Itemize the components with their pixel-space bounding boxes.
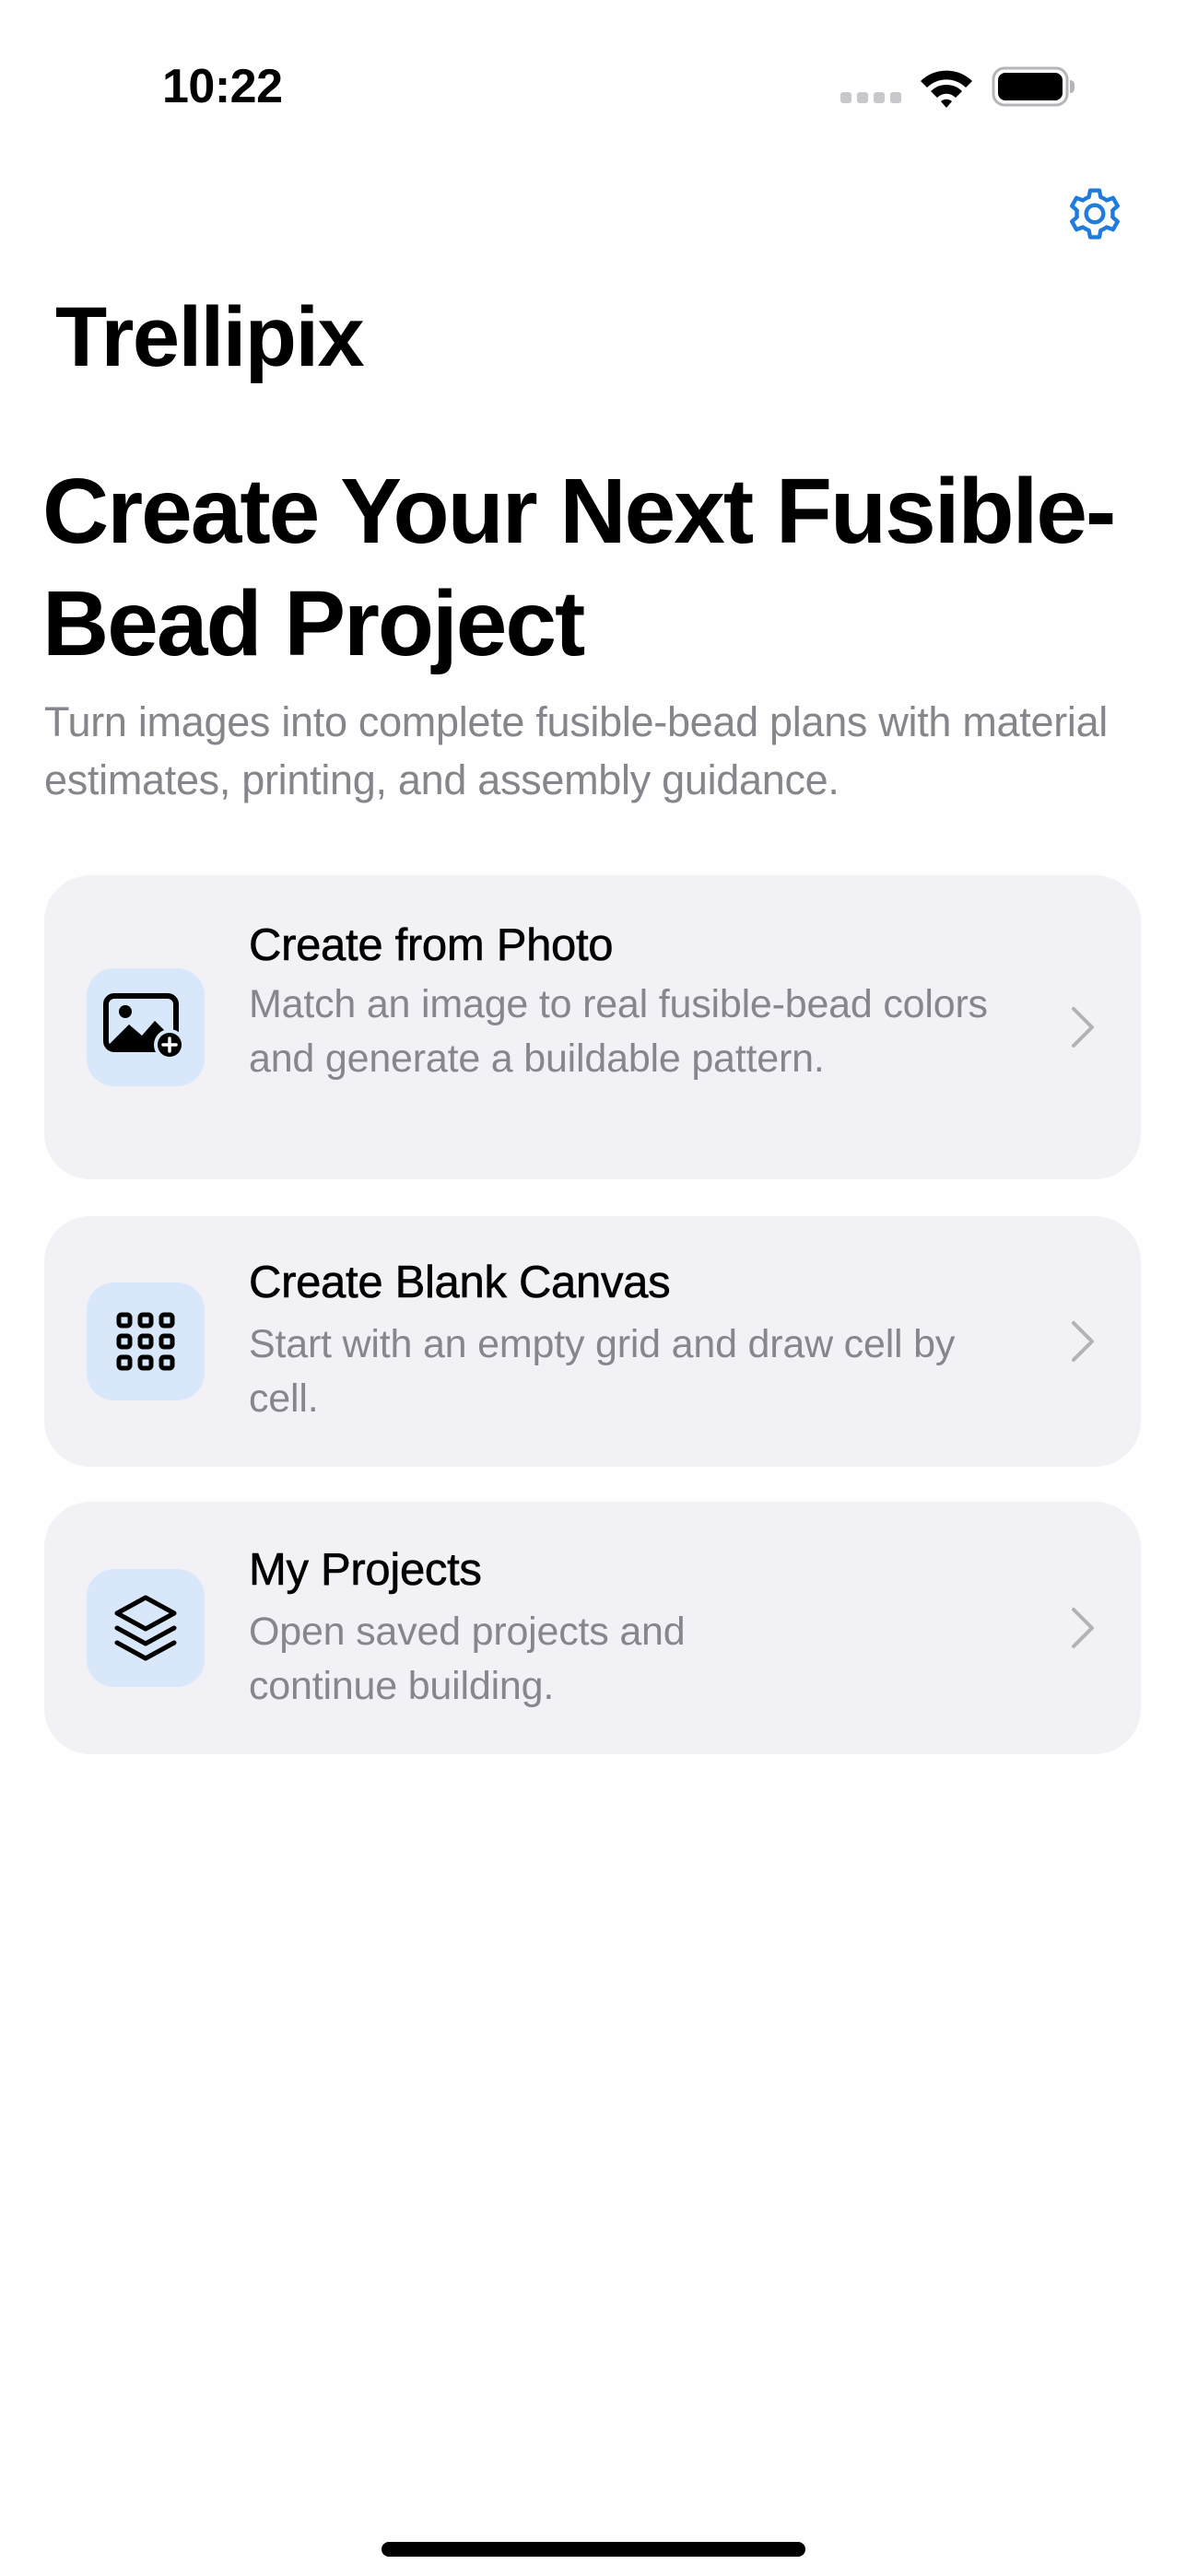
layers-icon — [114, 1595, 177, 1661]
card-description: Match an image to real fusible-bead colo… — [249, 982, 988, 1081]
card-description: Open saved projects and continue buildin… — [249, 1610, 686, 1708]
photo-add-icon — [103, 993, 185, 1060]
card-title: Create from Photo — [249, 920, 614, 971]
chevron-right-icon — [1072, 1608, 1094, 1648]
card-title: Create Blank Canvas — [249, 1258, 671, 1308]
card-icon-tile — [87, 1569, 205, 1687]
chevron-right-icon — [1072, 1007, 1094, 1048]
app-title: Trellipix — [55, 290, 365, 384]
card-icon-tile — [87, 968, 205, 1086]
status-bar: 10:22 — [0, 0, 1186, 166]
card-title: My Projects — [249, 1545, 483, 1596]
cellular-signal-icon — [840, 92, 901, 103]
card-description: Start with an empty grid and draw cell b… — [249, 1322, 956, 1421]
create-from-photo-card[interactable]: Create from Photo Match an image to real… — [44, 875, 1141, 1179]
card-icon-tile — [87, 1282, 205, 1400]
create-blank-canvas-card[interactable]: Create Blank Canvas Start with an empty … — [44, 1216, 1141, 1467]
battery-icon — [992, 66, 1074, 107]
grid-icon — [116, 1312, 175, 1371]
status-time: 10:22 — [162, 60, 283, 113]
settings-button[interactable] — [1058, 177, 1132, 251]
page-headline: Create Your Next Fusible-Bead Project — [42, 460, 1116, 675]
page-subtitle: Turn images into complete fusible-bead p… — [44, 698, 1109, 803]
wifi-icon — [921, 70, 972, 108]
gear-icon — [1070, 188, 1120, 240]
home-indicator[interactable] — [382, 2542, 805, 2557]
chevron-right-icon — [1072, 1321, 1094, 1362]
my-projects-card[interactable]: My Projects Open saved projects and cont… — [44, 1502, 1141, 1754]
